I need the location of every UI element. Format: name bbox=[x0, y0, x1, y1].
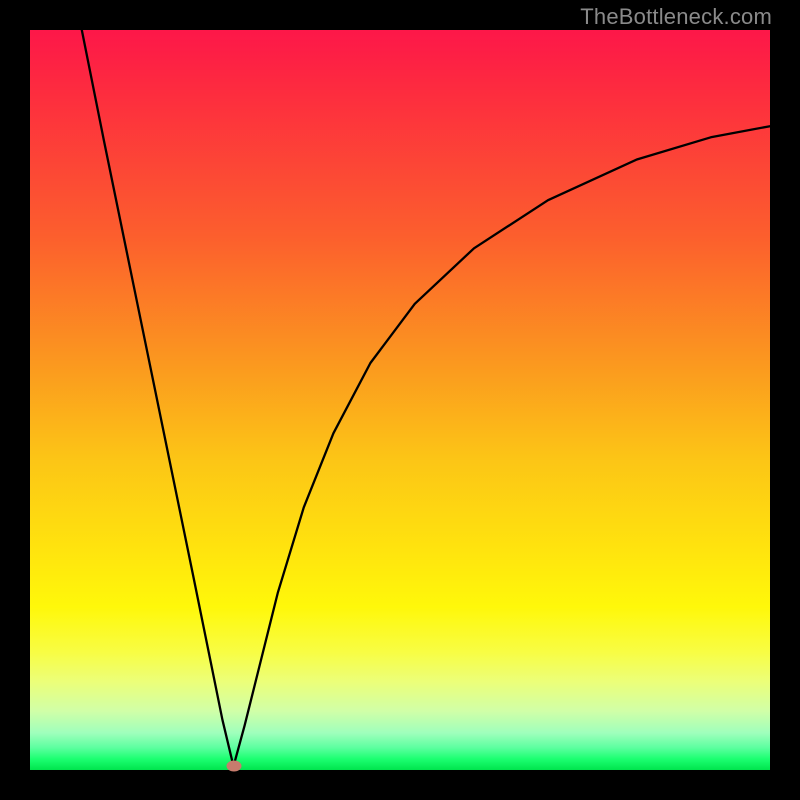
chart-stage: TheBottleneck.com bbox=[0, 0, 800, 800]
watermark-text: TheBottleneck.com bbox=[580, 4, 772, 30]
curve-right-branch bbox=[234, 126, 771, 766]
bottleneck-marker bbox=[226, 761, 241, 772]
bottleneck-curve bbox=[30, 30, 770, 770]
curve-left-branch bbox=[82, 30, 234, 766]
